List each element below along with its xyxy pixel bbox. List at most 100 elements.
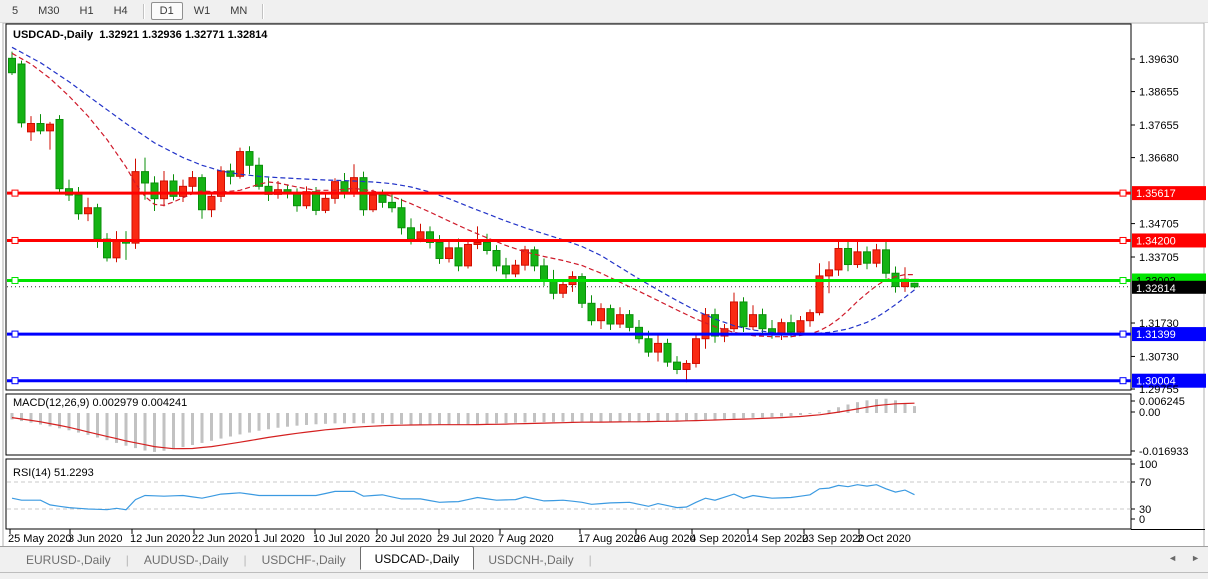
candle-body	[750, 315, 757, 327]
macd-histogram-bar	[20, 413, 23, 421]
chart-tab-bar: EURUSD-,Daily|AUDUSD-,Daily|USDCHF-,Dail…	[0, 546, 1208, 572]
macd-histogram-bar	[467, 413, 470, 425]
level-drag-marker[interactable]	[12, 331, 18, 337]
candle-body	[759, 315, 766, 329]
candle-body	[645, 339, 652, 352]
level-drag-marker[interactable]	[12, 278, 18, 284]
macd-histogram-bar	[524, 413, 527, 422]
level-drag-marker[interactable]	[1120, 331, 1126, 337]
candle-body	[398, 208, 405, 228]
level-drag-marker[interactable]	[1120, 190, 1126, 196]
macd-histogram-bar	[657, 413, 660, 421]
tab-scroll-right-icon[interactable]: ►	[1191, 553, 1200, 563]
candle-body	[189, 178, 196, 187]
candle-body	[446, 248, 453, 259]
macd-histogram-bar	[30, 413, 33, 423]
chart-symbol-label: USDCAD-,Daily	[13, 29, 93, 41]
timeframe-button-w1[interactable]: W1	[185, 2, 220, 20]
candle-body	[455, 248, 462, 266]
date-label: 7 Aug 2020	[498, 533, 554, 545]
candle-body	[493, 250, 500, 265]
chart-tab-usdcad[interactable]: USDCAD-,Daily	[360, 546, 475, 570]
candle-body	[370, 195, 377, 210]
macd-histogram-bar	[258, 413, 261, 431]
level-drag-marker[interactable]	[1120, 278, 1126, 284]
timeframe-button-d1[interactable]: D1	[151, 2, 183, 20]
level-drag-marker[interactable]	[12, 378, 18, 384]
chart-tab-eurusd[interactable]: EURUSD-,Daily	[12, 550, 125, 570]
timeframe-button-h4[interactable]: H4	[105, 2, 137, 20]
candle-body	[208, 196, 215, 209]
macd-histogram-bar	[324, 413, 327, 424]
macd-histogram-bar	[315, 413, 318, 424]
candle-body	[503, 266, 510, 274]
candle-body	[531, 250, 538, 266]
macd-histogram-bar	[581, 413, 584, 422]
level-price-label-text: 1.31399	[1136, 329, 1176, 341]
macd-histogram-bar	[913, 406, 916, 413]
date-label: 20 Jul 2020	[375, 533, 432, 545]
macd-histogram-bar	[619, 413, 622, 422]
candle-body	[550, 281, 557, 293]
chart-canvas[interactable]: 1.356171.342001.330021.313991.300041.396…	[0, 0, 1208, 578]
macd-histogram-bar	[248, 413, 251, 433]
toolbar-separator	[262, 4, 264, 19]
candle-body	[94, 208, 101, 239]
chart-tab-audusd[interactable]: AUDUSD-,Daily	[130, 550, 243, 570]
level-drag-marker[interactable]	[12, 237, 18, 243]
macd-histogram-bar	[381, 413, 384, 424]
macd-histogram-bar	[856, 402, 859, 413]
timeframe-button-h1[interactable]: H1	[71, 2, 103, 20]
macd-histogram-bar	[590, 413, 593, 422]
chart-tab-usdcnh[interactable]: USDCNH-,Daily	[474, 550, 587, 570]
macd-histogram-bar	[609, 413, 612, 422]
macd-histogram-bar	[11, 413, 14, 419]
date-label: 17 Aug 2020	[578, 533, 640, 545]
macd-histogram-bar	[163, 413, 166, 451]
macd-histogram-bar	[372, 413, 375, 423]
macd-histogram-bar	[904, 403, 907, 413]
macd-histogram-bar	[267, 413, 270, 429]
candle-body	[436, 242, 443, 258]
tab-scroll-left-icon[interactable]: ◄	[1168, 553, 1177, 563]
timeframe-button-5[interactable]: 5	[3, 2, 27, 20]
candle-body	[788, 323, 795, 332]
price-tick-label: 1.36680	[1139, 153, 1179, 165]
level-drag-marker[interactable]	[1120, 237, 1126, 243]
macd-histogram-bar	[305, 413, 308, 425]
macd-histogram-bar	[353, 413, 356, 423]
candle-body	[484, 242, 491, 250]
price-tick-label: 1.34705	[1139, 219, 1179, 231]
toolbar-separator	[143, 4, 145, 19]
price-tick-label: 1.31730	[1139, 318, 1179, 330]
level-drag-marker[interactable]	[12, 190, 18, 196]
date-label: 26 Aug 2020	[634, 533, 696, 545]
level-drag-marker[interactable]	[1120, 378, 1126, 384]
macd-histogram-bar	[505, 413, 508, 423]
timeframe-button-mn[interactable]: MN	[221, 2, 256, 20]
candle-body	[351, 178, 358, 193]
macd-histogram-bar	[362, 413, 365, 423]
macd-histogram-bar	[172, 413, 175, 449]
macd-histogram-bar	[220, 413, 223, 439]
timeframe-button-m30[interactable]: M30	[29, 2, 68, 20]
candle-body	[322, 198, 329, 210]
macd-histogram-bar	[828, 410, 831, 413]
macd-histogram-bar	[438, 413, 441, 425]
current-price-label-text: 1.32814	[1136, 283, 1176, 295]
macd-histogram-bar	[666, 413, 669, 421]
macd-histogram-bar	[733, 413, 736, 419]
date-label: 12 Jun 2020	[130, 533, 191, 545]
candle-body	[911, 283, 918, 287]
chart-tab-usdchf[interactable]: USDCHF-,Daily	[248, 550, 360, 570]
rsi-panel[interactable]	[6, 459, 1131, 529]
candle-body	[180, 186, 187, 196]
macd-indicator-label: MACD(12,26,9) 0.002979 0.004241	[13, 397, 187, 409]
candle-body	[607, 309, 614, 324]
candle-body	[18, 64, 25, 123]
candle-body	[740, 302, 747, 327]
macd-histogram-bar	[799, 413, 802, 415]
macd-histogram-bar	[229, 413, 232, 436]
candle-body	[417, 232, 424, 239]
date-label: 14 Sep 2020	[746, 533, 808, 545]
